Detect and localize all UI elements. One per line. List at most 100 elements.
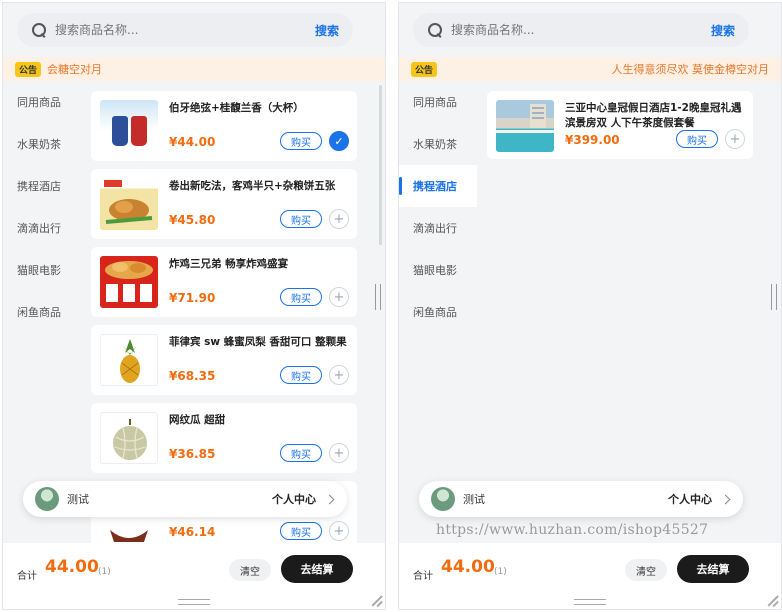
user-center-link[interactable]: 个人中心: [668, 491, 712, 507]
plus-icon[interactable]: +: [329, 521, 349, 541]
sidebar-item-xianyu[interactable]: 闲鱼商品: [3, 291, 81, 333]
sidebar-item-general[interactable]: 同用商品: [399, 81, 477, 123]
plus-icon[interactable]: +: [329, 287, 349, 307]
check-icon[interactable]: ✓: [329, 131, 349, 151]
sidebar-item-didi[interactable]: 滴滴出行: [3, 207, 81, 249]
product-price: ¥46.14: [169, 525, 216, 539]
product-card[interactable]: 三亚中心皇冠假日酒店1-2晚皇冠礼遇滨景房双 人下午茶度假套餐 ¥399.00 …: [487, 91, 753, 159]
avatar: [431, 487, 455, 511]
clear-button[interactable]: 清空: [625, 559, 667, 581]
search-bar: 搜索: [17, 13, 353, 47]
drag-handle[interactable]: [574, 599, 606, 605]
search-input[interactable]: [451, 23, 711, 37]
clear-button[interactable]: 清空: [229, 559, 271, 581]
total-label: 合计: [17, 571, 37, 582]
sidebar-item-hotel[interactable]: 携程酒店: [3, 165, 81, 207]
search-bar: 搜索: [413, 13, 749, 47]
product-name: 网纹瓜 超甜: [169, 414, 226, 426]
buy-button[interactable]: 购买: [280, 366, 322, 384]
plus-icon[interactable]: +: [725, 129, 745, 149]
sidebar-item-movie[interactable]: 猫眼电影: [399, 249, 477, 291]
buy-button[interactable]: 购买: [280, 210, 322, 228]
category-sidebar: 同用商品 水果奶茶 携程酒店 滴滴出行 猫眼电影 闲鱼商品: [3, 81, 81, 543]
sidebar-item-fruit-tea[interactable]: 水果奶茶: [399, 123, 477, 165]
product-image: [100, 100, 158, 152]
product-price: ¥68.35: [169, 369, 216, 383]
search-icon: [427, 22, 443, 38]
sidebar-item-xianyu[interactable]: 闲鱼商品: [399, 291, 477, 333]
app-screenshot: 搜索 公告 会糖空对月 同用商品 水果奶茶 携程酒店 滴滴出行 猫眼电影 闲鱼商…: [0, 0, 782, 612]
cart-footer: 合计 44.00 (1) 清空 去结算: [399, 543, 781, 609]
sidebar-item-didi[interactable]: 滴滴出行: [399, 207, 477, 249]
chevron-right-icon: [324, 494, 335, 504]
total-amount: 44.00: [45, 557, 99, 577]
sidebar-item-fruit-tea[interactable]: 水果奶茶: [3, 123, 81, 165]
search-icon: [31, 22, 47, 38]
sidebar-item-general[interactable]: 同用商品: [3, 81, 81, 123]
product-image: [100, 334, 158, 386]
cart-footer: 合计 44.00 (1) 清空 去结算: [3, 543, 385, 609]
product-price: ¥45.80: [169, 213, 216, 227]
buy-button[interactable]: 购买: [280, 288, 322, 306]
total-amount: 44.00: [441, 557, 495, 577]
product-name: 菲律宾 sw 蜂蜜凤梨 香甜可口 整颗果: [169, 336, 347, 348]
plus-icon[interactable]: +: [329, 209, 349, 229]
product-card[interactable]: 卷出新吃法，客鸡半只+杂粮饼五张 ¥45.80 购买 +: [91, 169, 357, 239]
resize-grip-icon[interactable]: [766, 594, 778, 606]
user-center-bar[interactable]: 测试 个人中心: [23, 481, 347, 517]
avatar: [35, 487, 59, 511]
buy-button[interactable]: 购买: [280, 522, 322, 540]
notice-tag: 公告: [411, 61, 438, 77]
notice-tag: 公告: [15, 61, 42, 77]
buy-button[interactable]: 购买: [280, 444, 322, 462]
product-image: [100, 178, 158, 230]
notice-text: 人生得意须尽欢 莫使金樽空对月: [611, 63, 770, 76]
split-handle[interactable]: [375, 284, 381, 310]
product-name: 三亚中心皇冠假日酒店1-2晚皇冠礼遇滨景房双 人下午茶度假套餐: [565, 102, 742, 129]
product-image: [496, 100, 554, 152]
user-center-link[interactable]: 个人中心: [272, 491, 316, 507]
product-price: ¥71.90: [169, 291, 216, 305]
product-card[interactable]: 菲律宾 sw 蜂蜜凤梨 香甜可口 整颗果 ¥68.35 购买 +: [91, 325, 357, 395]
product-image: [100, 412, 158, 464]
scrollbar[interactable]: [379, 85, 382, 245]
search-input[interactable]: [55, 23, 315, 37]
drag-handle[interactable]: [178, 599, 210, 605]
split-handle[interactable]: [771, 284, 777, 310]
watermark: https://www.huzhan.com/ishop45527: [436, 522, 709, 538]
product-card[interactable]: 网纹瓜 超甜 ¥36.85 购买 +: [91, 403, 357, 473]
product-price: ¥44.00: [169, 135, 216, 149]
search-button[interactable]: 搜索: [315, 22, 339, 39]
product-list: 三亚中心皇冠假日酒店1-2晚皇冠礼遇滨景房双 人下午茶度假套餐 ¥399.00 …: [477, 81, 781, 543]
plus-icon[interactable]: +: [329, 443, 349, 463]
product-list: 伯牙绝弦+桂馥兰香（大杯） ¥44.00 购买 ✓ 卷出新吃法，客鸡半只+杂粮饼…: [81, 81, 385, 543]
product-name: 卷出新吃法，客鸡半只+杂粮饼五张: [169, 180, 336, 192]
checkout-button[interactable]: 去结算: [281, 555, 353, 583]
buy-button[interactable]: 购买: [280, 132, 322, 150]
user-name: 测试: [463, 493, 485, 506]
category-sidebar: 同用商品 水果奶茶 携程酒店 滴滴出行 猫眼电影 闲鱼商品: [399, 81, 477, 543]
resize-grip-icon[interactable]: [370, 594, 382, 606]
product-image: [100, 256, 158, 308]
product-price: ¥399.00: [565, 133, 620, 147]
notice-bar: 公告 人生得意须尽欢 莫使金樽空对月: [399, 57, 781, 81]
search-button[interactable]: 搜索: [711, 22, 735, 39]
shop-panel-right: 搜索 公告 人生得意须尽欢 莫使金樽空对月 同用商品 水果奶茶 携程酒店 滴滴出…: [398, 2, 782, 610]
plus-icon[interactable]: +: [329, 365, 349, 385]
product-name: 炸鸡三兄弟 畅享炸鸡盛宴: [169, 258, 289, 270]
sidebar-item-movie[interactable]: 猫眼电影: [3, 249, 81, 291]
shop-panel-left: 搜索 公告 会糖空对月 同用商品 水果奶茶 携程酒店 滴滴出行 猫眼电影 闲鱼商…: [2, 2, 386, 610]
buy-button[interactable]: 购买: [676, 130, 718, 148]
product-card[interactable]: 炸鸡三兄弟 畅享炸鸡盛宴 ¥71.90 购买 +: [91, 247, 357, 317]
total-label: 合计: [413, 571, 433, 582]
user-name: 测试: [67, 493, 89, 506]
notice-bar: 公告 会糖空对月: [3, 57, 385, 81]
cart-count: (1): [98, 567, 111, 577]
notice-text: 会糖空对月: [47, 63, 103, 76]
user-center-bar[interactable]: 测试 个人中心: [419, 481, 743, 517]
product-card[interactable]: 伯牙绝弦+桂馥兰香（大杯） ¥44.00 购买 ✓: [91, 91, 357, 161]
checkout-button[interactable]: 去结算: [677, 555, 749, 583]
product-name: 伯牙绝弦+桂馥兰香（大杯）: [169, 102, 304, 114]
sidebar-item-hotel[interactable]: 携程酒店: [399, 165, 477, 207]
cart-count: (1): [494, 567, 507, 577]
